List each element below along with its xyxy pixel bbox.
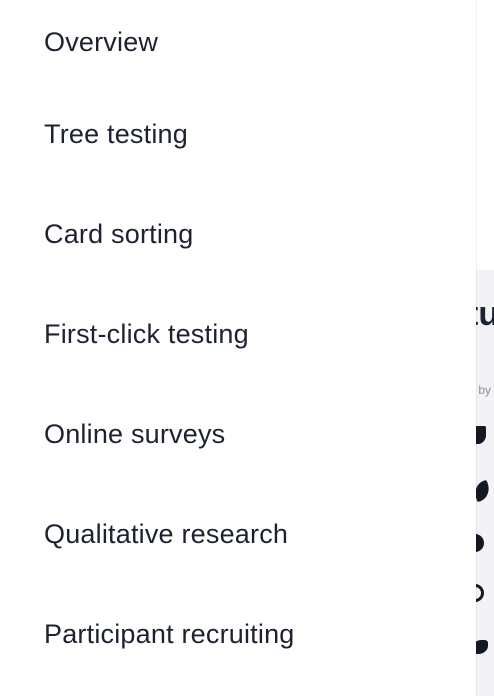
menu-item-label: Overview <box>44 26 159 57</box>
menu-item-qualitative-research[interactable]: Qualitative research <box>0 484 476 584</box>
menu-item-first-click-testing[interactable]: First-click testing <box>0 284 476 384</box>
menu-item-label: Card sorting <box>44 218 194 249</box>
menu-item-overview[interactable]: Overview <box>0 0 476 84</box>
menu-item-label: First-click testing <box>44 318 249 349</box>
menu-item-label: Participant recruiting <box>44 618 295 649</box>
menu-item-label: Tree testing <box>44 118 188 149</box>
menu-item-card-sorting[interactable]: Card sorting <box>0 184 476 284</box>
page: tu r by Overview Tree testing Card sorti… <box>0 0 494 696</box>
menu-item-online-surveys[interactable]: Online surveys <box>0 384 476 484</box>
menu-item-tree-testing[interactable]: Tree testing <box>0 84 476 184</box>
navigation-menu-panel: Overview Tree testing Card sorting First… <box>0 0 476 696</box>
navigation-menu-list: Overview Tree testing Card sorting First… <box>0 0 476 684</box>
menu-item-label: Online surveys <box>44 418 226 449</box>
menu-item-participant-recruiting[interactable]: Participant recruiting <box>0 584 476 684</box>
menu-item-label: Qualitative research <box>44 518 289 549</box>
